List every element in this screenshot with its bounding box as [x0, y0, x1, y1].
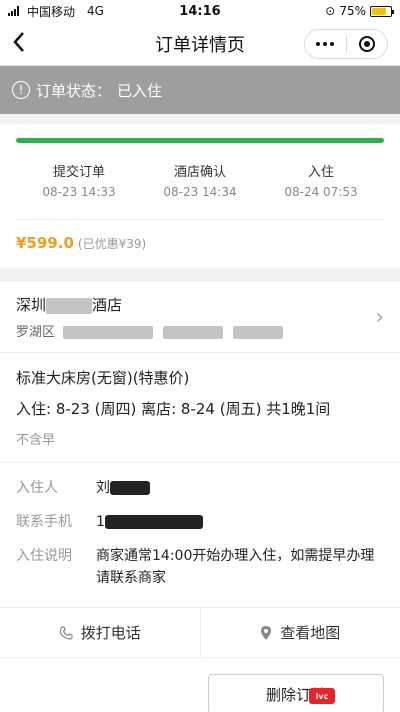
hotel-name-prefix: 深圳: [16, 296, 47, 314]
redacted-block: [163, 326, 224, 339]
guest-phone-text: 1: [96, 514, 105, 530]
location-pin-icon: [261, 625, 272, 640]
network-type: 4G: [87, 4, 104, 18]
hotel-text: 深圳 酒店 罗湖区: [16, 294, 375, 340]
guest-phone-row: 联系手机 1: [16, 511, 384, 533]
call-label: 拨打电话: [80, 624, 141, 642]
map-button[interactable]: 查看地图: [199, 608, 400, 657]
step-time: 08-24 07:53: [284, 185, 358, 199]
status-right: ⊙ 75%: [325, 4, 394, 18]
close-program-button[interactable]: [347, 30, 388, 58]
price-row: ¥599.0 (已优惠¥39): [16, 219, 384, 268]
hotel-card: 深圳 酒店 罗湖区 › 标准大床房(无窗)(特惠价) 入住: 8-23 (周四) …: [0, 282, 400, 658]
mini-program-capsule: [304, 28, 388, 59]
hotel-address-prefix: 罗湖区: [16, 325, 56, 340]
guest-name-row: 入住人 刘: [16, 477, 384, 499]
step-name: 入住: [307, 165, 334, 180]
step-checkin: 入住 08-24 07:53: [266, 161, 376, 199]
guest-note-row: 入住说明 商家通常14:00开始办理入住，如需提早办理请联系商家: [16, 545, 384, 589]
watermark: ivc 钟村生活圈: [309, 688, 394, 704]
guest-name-value: 刘: [96, 477, 150, 499]
more-button[interactable]: [305, 30, 346, 58]
price-discount: (已优惠¥39): [77, 237, 147, 251]
order-status-banner: ! 订单状态： 已入住: [0, 66, 400, 114]
guest-name-label: 入住人: [16, 480, 58, 496]
guest-note-label: 入住说明: [16, 548, 72, 564]
hotel-name: 深圳 酒店: [16, 294, 375, 315]
info-icon: !: [12, 81, 30, 99]
guest-name-text: 刘: [96, 480, 110, 496]
guest-phone-value: 1: [96, 511, 203, 533]
nav-bar: 订单详情页: [0, 22, 400, 66]
hotel-address: 罗湖区: [16, 321, 375, 340]
signal-icon: [8, 6, 19, 16]
chevron-right-icon: ›: [375, 304, 384, 330]
order-status-value: 已入住: [117, 81, 163, 100]
action-row: 拨打电话 查看地图: [0, 608, 400, 658]
close-target-icon: [358, 35, 375, 52]
status-bar: 中国移动 4G 14:16 ⊙ 75%: [0, 0, 400, 22]
progress-card: 提交订单 08-23 14:33 酒店确认 08-23 14:34 入住 08-…: [0, 124, 400, 268]
rotation-lock-icon: ⊙: [325, 4, 336, 18]
guest-info: 入住人 刘 联系手机 1 入住说明 商家通常14:00开始办理入住，如需提早办理…: [0, 463, 400, 608]
step-name: 提交订单: [52, 165, 105, 180]
battery-icon: [370, 5, 394, 17]
hotel-info-row[interactable]: 深圳 酒店 罗湖区 ›: [0, 282, 400, 353]
step-submit: 提交订单 08-23 14:33: [24, 161, 134, 199]
step-name: 酒店确认: [173, 165, 226, 180]
room-info: 标准大床房(无窗)(特惠价) 入住: 8-23 (周四) 离店: 8-24 (周…: [0, 353, 400, 463]
chevron-left-icon: [13, 31, 24, 52]
hotel-name-suffix: 酒店: [92, 296, 123, 314]
step-time: 08-23 14:33: [42, 185, 116, 199]
status-left: 中国移动 4G: [8, 3, 104, 20]
call-button[interactable]: 拨打电话: [0, 608, 200, 657]
step-confirm: 酒店确认 08-23 14:34: [145, 161, 255, 199]
watermark-logo: ivc: [309, 688, 335, 704]
room-title: 标准大床房(无窗)(特惠价): [16, 369, 190, 387]
order-status-label: 订单状态：: [36, 81, 112, 100]
redacted-block: [46, 297, 93, 314]
watermark-text: 钟村生活圈: [339, 690, 394, 703]
redacted-scribble: [110, 481, 150, 495]
battery-percent: 75%: [339, 4, 366, 18]
guest-note-value: 商家通常14:00开始办理入住，如需提早办理请联系商家: [96, 548, 375, 586]
more-dots-icon: [316, 41, 335, 46]
step-time: 08-23 14:34: [163, 185, 237, 199]
back-button[interactable]: [12, 31, 42, 57]
order-price: ¥599.0: [16, 234, 74, 252]
redacted-block: [233, 326, 284, 339]
battery-fill: [372, 7, 386, 15]
room-dates: 入住: 8-23 (周四) 离店: 8-24 (周五) 共1晚1间: [16, 400, 331, 418]
map-label: 查看地图: [280, 624, 341, 642]
redacted-block: [63, 326, 154, 339]
guest-phone-label: 联系手机: [16, 514, 72, 530]
phone-icon: [59, 625, 73, 640]
progress-steps: 提交订单 08-23 14:33 酒店确认 08-23 14:34 入住 08-…: [16, 143, 384, 219]
breakfast-note: 不含早: [16, 433, 56, 448]
carrier: 中国移动: [27, 4, 76, 19]
redacted-scribble: [104, 515, 203, 529]
